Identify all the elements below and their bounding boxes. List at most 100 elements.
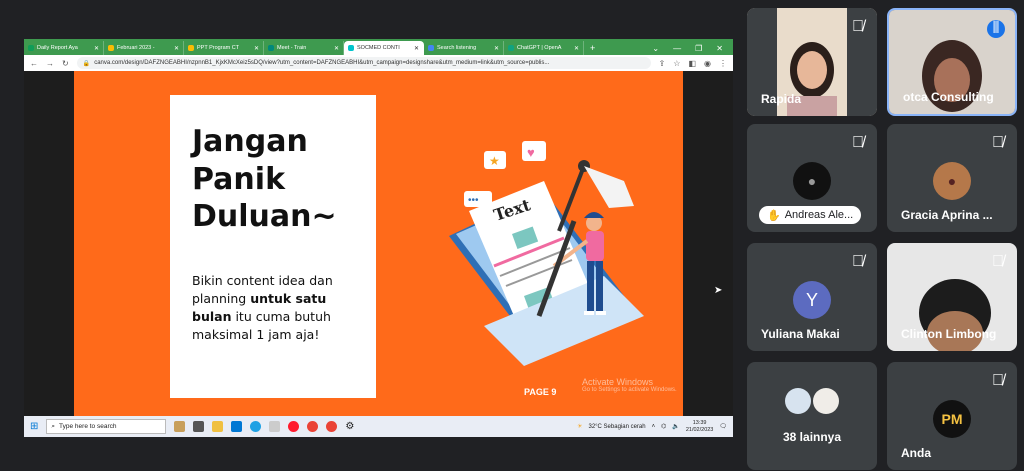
share-icon[interactable]: ⇪ <box>659 59 666 68</box>
chrome-icon[interactable] <box>326 421 338 432</box>
participant-tile-speaking[interactable]: ⦀ otca Consulting <box>887 8 1017 116</box>
menu-icon[interactable]: ⋮ <box>719 59 727 68</box>
windows-start-icon[interactable]: ⊞ <box>30 421 38 432</box>
opera-icon[interactable] <box>288 421 300 432</box>
participant-name: Gracia Aprina ... <box>901 208 993 222</box>
mic-off-icon: 🎙̸ <box>852 18 864 35</box>
self-tile[interactable]: 🎙̸ PM Anda <box>887 362 1017 470</box>
settings-icon[interactable]: ⚙ <box>345 421 354 432</box>
mic-off-icon: 🎙̸ <box>992 134 1004 151</box>
close-window-icon[interactable]: ✕ <box>716 44 723 53</box>
avatar <box>813 388 839 414</box>
speaking-indicator-icon: ⦀ <box>987 20 1005 38</box>
slide: Jangan Panik Duluan~ Bikin content idea … <box>74 71 683 416</box>
close-icon[interactable]: ✕ <box>94 45 99 52</box>
avatar: ● <box>933 162 971 200</box>
window-controls: ⌄ — ❐ ✕ <box>652 41 733 55</box>
forward-icon[interactable]: → <box>46 59 54 68</box>
svg-text:★: ★ <box>489 154 500 168</box>
slide-body: Bikin content idea dan planning untuk sa… <box>192 272 333 342</box>
close-icon[interactable]: ✕ <box>574 45 579 52</box>
chatgpt-icon <box>508 45 514 51</box>
network-icon[interactable]: ⌬ <box>661 423 666 430</box>
participant-name: Anda <box>901 446 931 460</box>
browser-tab-active[interactable]: SOCMED CONTI ✕ <box>344 41 424 55</box>
address-bar[interactable]: 🔒 canva.com/design/DAFZNGEABHI/nzpnnB1_K… <box>76 57 651 69</box>
mic-off-icon: 🎙̸ <box>992 372 1004 389</box>
browser-toolbar: ← → ↻ 🔒 canva.com/design/DAFZNGEABHI/nzp… <box>24 55 733 71</box>
text-card: Jangan Panik Duluan~ Bikin content idea … <box>170 95 376 398</box>
restore-icon[interactable]: ❐ <box>695 44 702 53</box>
shared-screen: Daily Report Aya ✕ Februari 2023 - ✕ PPT P… <box>24 39 733 437</box>
site-icon <box>428 45 434 51</box>
mouse-cursor-icon: ➤ <box>714 285 723 296</box>
canva-viewer: Jangan Panik Duluan~ Bikin content idea … <box>24 71 733 416</box>
search-icon: ⌕ <box>51 422 56 430</box>
close-icon[interactable]: ✕ <box>414 45 419 52</box>
close-icon[interactable]: ✕ <box>494 45 499 52</box>
avatar: PM <box>933 400 971 438</box>
participant-tile[interactable]: 🎙̸ ● Gracia Aprina ... <box>887 124 1017 232</box>
participant-tile[interactable]: 🎙̸ Y Yuliana Makai <box>747 243 877 351</box>
file-explorer-icon[interactable] <box>212 421 224 432</box>
system-tray: ☀ 32°C Sebagian cerah ˄ ⌬ 🔈 13:39 21/02/… <box>577 419 727 433</box>
drive-icon <box>108 45 114 51</box>
svg-text:♥: ♥ <box>527 145 535 160</box>
participant-tile[interactable]: 🎙̸ Clinton Limbong <box>887 243 1017 351</box>
canva-icon <box>348 45 354 51</box>
slide-headline: Jangan Panik Duluan~ <box>192 124 337 234</box>
others-tile[interactable]: 38 lainnya <box>747 362 877 470</box>
taskbar-search-input[interactable]: ⌕ Type here to search <box>46 419 167 434</box>
sheets-icon <box>28 45 34 51</box>
sidebar-icon[interactable]: ◧ <box>688 59 696 68</box>
avatar: Y <box>793 281 831 319</box>
taskbar-app-icon[interactable] <box>174 421 186 432</box>
new-tab-button[interactable]: + <box>584 41 601 55</box>
group-avatars <box>785 388 839 414</box>
participant-name-pill: ✋ Andreas Ale... <box>759 206 862 224</box>
profile-icon[interactable]: ◉ <box>704 59 711 68</box>
chrome-icon[interactable] <box>307 421 319 432</box>
bookmark-star-icon[interactable]: ☆ <box>673 59 680 68</box>
meet-icon <box>268 45 274 51</box>
close-icon[interactable]: ✕ <box>334 45 339 52</box>
browser-tab[interactable]: PPT Program CT ✕ <box>184 41 264 55</box>
participant-tile[interactable]: 🎙̸ ● ✋ Andreas Ale... <box>747 124 877 232</box>
back-icon[interactable]: ← <box>30 59 38 68</box>
mail-icon[interactable] <box>231 421 243 432</box>
reload-icon[interactable]: ↻ <box>62 59 69 68</box>
browser-tab[interactable]: ChatGPT | OpenA ✕ <box>504 41 584 55</box>
notification-icon[interactable]: 🗨 <box>719 423 727 430</box>
browser-tab[interactable]: Search listening ✕ <box>424 41 504 55</box>
minimize-icon[interactable]: — <box>673 44 681 53</box>
avatar: ● <box>793 162 831 200</box>
lock-icon: 🔒 <box>82 60 91 67</box>
browser-tab[interactable]: Meet - Train ✕ <box>264 41 344 55</box>
participant-name: otca Consulting <box>903 90 994 104</box>
close-icon[interactable]: ✕ <box>174 45 179 52</box>
volume-icon[interactable]: 🔈 <box>672 423 679 430</box>
store-icon[interactable] <box>269 421 281 432</box>
edge-icon[interactable] <box>250 421 262 432</box>
avatar <box>785 388 811 414</box>
activate-windows-watermark: Activate Windows Go to Settings to activ… <box>582 377 677 393</box>
others-count: 38 lainnya <box>783 430 842 444</box>
mic-off-icon: 🎙̸ <box>852 253 864 270</box>
hand-raise-icon: ✋ <box>767 209 781 222</box>
close-icon[interactable]: ✕ <box>254 45 259 52</box>
drive-icon <box>188 45 194 51</box>
chevron-up-icon[interactable]: ˄ <box>652 424 656 430</box>
mic-off-icon: 🎙̸ <box>852 134 864 151</box>
mic-off-icon: 🎙̸ <box>992 253 1004 270</box>
browser-tab[interactable]: Februari 2023 - ✕ <box>104 41 184 55</box>
taskbar-clock[interactable]: 13:39 21/02/2023 <box>686 420 714 433</box>
participant-tile[interactable]: 🎙̸ Rapida <box>747 8 877 116</box>
content-planning-illustration: Text ★ ♥ ••• <box>449 141 644 366</box>
participant-name: Rapida <box>761 92 802 106</box>
browser-tabbar: Daily Report Aya ✕ Februari 2023 - ✕ PPT P… <box>24 39 733 55</box>
svg-text:•••: ••• <box>468 195 479 206</box>
browser-tab[interactable]: Daily Report Aya ✕ <box>24 41 104 55</box>
windows-taskbar: ⊞ ⌕ Type here to search ⚙ ☀ 32°C Sebagia… <box>24 416 733 437</box>
tab-search-icon[interactable]: ⌄ <box>652 44 659 53</box>
task-view-icon[interactable] <box>193 421 205 432</box>
